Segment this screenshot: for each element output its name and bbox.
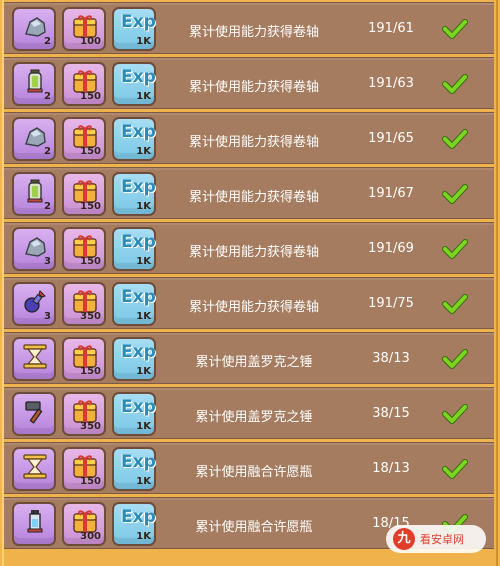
- reward-gift-qty: 150: [80, 146, 101, 157]
- quest-progress: 191/65: [368, 131, 414, 146]
- exp-label: Exp: [121, 12, 156, 32]
- reward-gift-slot[interactable]: 150: [62, 117, 106, 161]
- reward-item-qty: 3: [44, 256, 51, 267]
- quest-description: 累计使用能力获得卷轴: [188, 135, 319, 150]
- quest-progress: 191/67: [368, 186, 414, 201]
- exp-label: Exp: [121, 67, 156, 87]
- quest-progress: 38/15: [372, 406, 410, 421]
- exp-label: Exp: [121, 397, 156, 417]
- reward-item-slot[interactable]: potion-icon3: [12, 282, 56, 326]
- reward-exp-slot[interactable]: Exp 1K: [112, 447, 156, 491]
- reward-item-slot[interactable]: hourglass-icon: [12, 447, 56, 491]
- quest-row: potion-icon3350Exp1K累计使用能力获得卷轴191/75chec…: [4, 277, 494, 329]
- reward-exp-slot[interactable]: Exp 1K: [112, 7, 156, 51]
- reward-gift-slot[interactable]: 150: [62, 62, 106, 106]
- watermark-logo: 九: [393, 528, 415, 550]
- reward-gift-qty: 150: [80, 476, 101, 487]
- quest-description: 累计使用能力获得卷轴: [188, 300, 319, 315]
- reward-item-qty: 2: [44, 91, 51, 102]
- reward-gift-slot[interactable]: 150: [62, 337, 106, 381]
- watermark: 九 看安卓网: [386, 525, 486, 553]
- reward-exp-qty: 1K: [136, 36, 151, 47]
- reward-gift-qty: 350: [80, 421, 101, 432]
- reward-exp-qty: 1K: [136, 531, 151, 542]
- reward-exp-slot[interactable]: Exp 1K: [112, 227, 156, 271]
- reward-gift-qty: 100: [80, 36, 101, 47]
- quest-row: hammer-icon350Exp1K累计使用盖罗克之锤38/15check-i…: [4, 387, 494, 439]
- reward-exp-qty: 1K: [136, 201, 151, 212]
- reward-gift-qty: 150: [80, 91, 101, 102]
- quest-description: 累计使用融合许愿瓶: [195, 465, 313, 480]
- reward-exp-slot[interactable]: Exp 1K: [112, 172, 156, 216]
- reward-gift-slot[interactable]: 350: [62, 282, 106, 326]
- quest-description: 累计使用融合许愿瓶: [195, 520, 313, 535]
- reward-exp-slot[interactable]: Exp 1K: [112, 62, 156, 106]
- quest-row: rock-icon2150Exp1K累计使用能力获得卷轴191/65check-…: [4, 112, 494, 164]
- reward-item-slot[interactable]: lantern-icon2: [12, 172, 56, 216]
- reward-item-slot[interactable]: rock-icon2: [12, 7, 56, 51]
- quest-description: 累计使用能力获得卷轴: [188, 245, 319, 260]
- reward-item-qty: 2: [44, 36, 51, 47]
- watermark-text: 看安卓网: [420, 533, 464, 546]
- reward-item-slot[interactable]: rock-icon3: [12, 227, 56, 271]
- quest-description: 累计使用能力获得卷轴: [188, 25, 319, 40]
- reward-exp-qty: 1K: [136, 476, 151, 487]
- reward-exp-qty: 1K: [136, 146, 151, 157]
- reward-gift-slot[interactable]: 350: [62, 392, 106, 436]
- reward-item-slot[interactable]: hammer-icon: [12, 392, 56, 436]
- reward-gift-qty: 150: [80, 366, 101, 377]
- quest-description: 累计使用盖罗克之锤: [195, 410, 313, 425]
- reward-item-slot[interactable]: lantern-icon2: [12, 62, 56, 106]
- reward-exp-slot[interactable]: Exp 1K: [112, 392, 156, 436]
- exp-label: Exp: [121, 177, 156, 197]
- reward-item-qty: 3: [44, 311, 51, 322]
- reward-gift-slot[interactable]: 150: [62, 227, 106, 271]
- exp-label: Exp: [121, 452, 156, 472]
- reward-gift-slot[interactable]: 300: [62, 502, 106, 546]
- reward-gift-slot[interactable]: 100: [62, 7, 106, 51]
- quest-row: rock-icon2100Exp1K累计使用能力获得卷轴191/61check-…: [4, 2, 494, 54]
- exp-label: Exp: [121, 122, 156, 142]
- quest-progress: 191/75: [368, 296, 414, 311]
- exp-label: Exp: [121, 232, 156, 252]
- reward-gift-qty: 150: [80, 256, 101, 267]
- reward-item-qty: 2: [44, 146, 51, 157]
- quest-progress: 191/69: [368, 241, 414, 256]
- quest-row: lantern-icon2150Exp1K累计使用能力获得卷轴191/63che…: [4, 57, 494, 109]
- quest-progress: 18/13: [372, 461, 410, 476]
- exp-label: Exp: [121, 342, 156, 362]
- reward-exp-slot[interactable]: Exp 1K: [112, 117, 156, 161]
- quest-progress: 38/13: [372, 351, 410, 366]
- reward-item-slot[interactable]: hourglass-icon: [12, 337, 56, 381]
- reward-exp-slot[interactable]: Exp 1K: [112, 282, 156, 326]
- reward-exp-slot[interactable]: Exp 1K: [112, 502, 156, 546]
- reward-gift-slot[interactable]: 150: [62, 172, 106, 216]
- exp-label: Exp: [121, 507, 156, 527]
- quest-row: hourglass-icon150Exp1K累计使用盖罗克之锤38/13chec…: [4, 332, 494, 384]
- quest-row: hourglass-icon150Exp1K累计使用融合许愿瓶18/13chec…: [4, 442, 494, 494]
- quest-progress: 191/61: [368, 21, 414, 36]
- quest-description: 累计使用能力获得卷轴: [188, 80, 319, 95]
- quest-row: lantern-icon2150Exp1K累计使用能力获得卷轴191/67che…: [4, 167, 494, 219]
- reward-gift-slot[interactable]: 150: [62, 447, 106, 491]
- reward-exp-slot[interactable]: Exp 1K: [112, 337, 156, 381]
- reward-exp-qty: 1K: [136, 311, 151, 322]
- reward-item-slot[interactable]: bottle-icon: [12, 502, 56, 546]
- exp-label: Exp: [121, 287, 156, 307]
- reward-exp-qty: 1K: [136, 421, 151, 432]
- reward-gift-qty: 350: [80, 311, 101, 322]
- reward-gift-qty: 150: [80, 201, 101, 212]
- reward-item-slot[interactable]: rock-icon2: [12, 117, 56, 161]
- reward-exp-qty: 1K: [136, 366, 151, 377]
- quest-description: 累计使用盖罗克之锤: [195, 355, 313, 370]
- quest-row: rock-icon3150Exp1K累计使用能力获得卷轴191/69check-…: [4, 222, 494, 274]
- reward-item-qty: 2: [44, 201, 51, 212]
- reward-gift-qty: 300: [80, 531, 101, 542]
- quest-progress: 191/63: [368, 76, 414, 91]
- quest-description: 累计使用能力获得卷轴: [188, 190, 319, 205]
- reward-exp-qty: 1K: [136, 256, 151, 267]
- reward-exp-qty: 1K: [136, 91, 151, 102]
